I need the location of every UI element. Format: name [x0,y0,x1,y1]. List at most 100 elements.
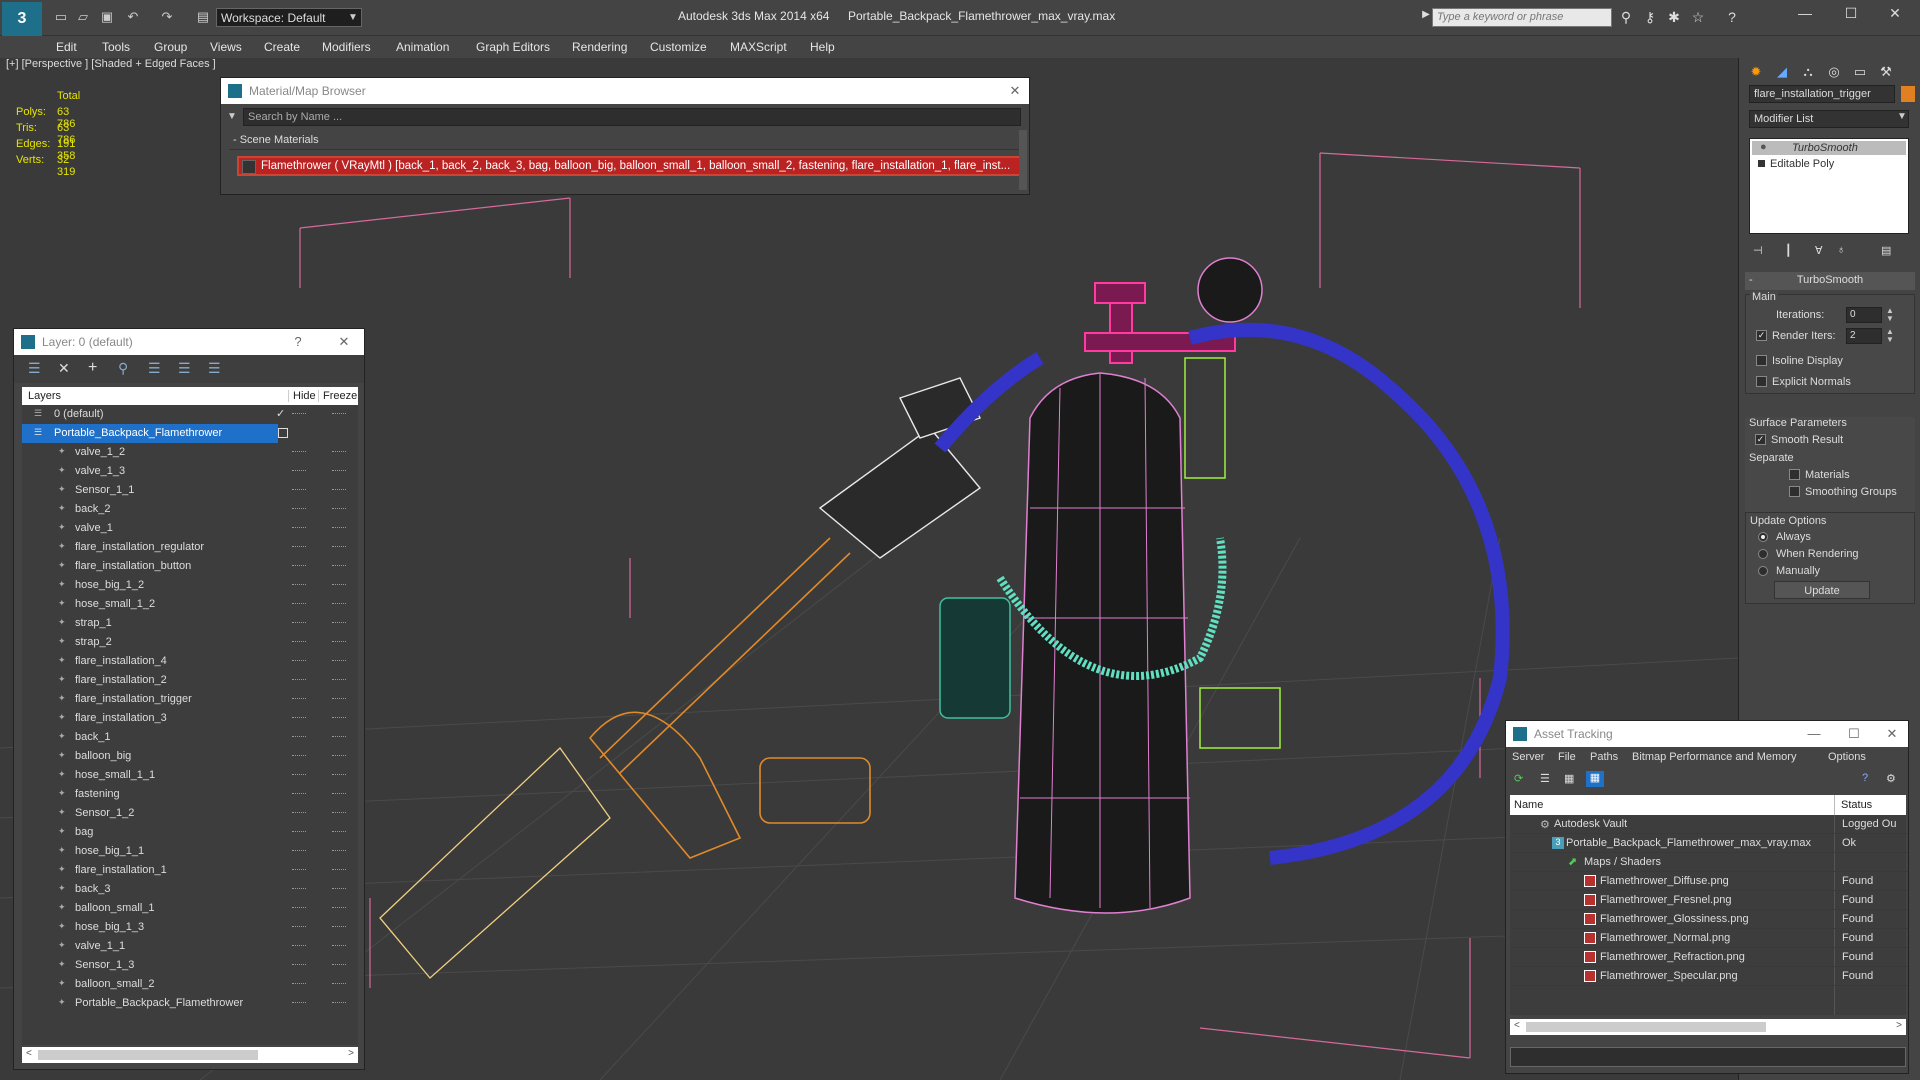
layer-object-row[interactable]: ✦ Sensor_1_1 [22,481,358,500]
layer-row-selected[interactable]: ☰ Portable_Backpack_Flamethrower [22,424,278,443]
menu-edit[interactable]: Edit [56,40,77,54]
highlight-layer-icon[interactable]: ☰ [148,360,161,377]
freeze-toggle[interactable] [332,698,346,700]
hide-toggle[interactable] [292,945,306,947]
hide-toggle[interactable] [292,527,306,529]
scroll-left-icon[interactable]: < [26,1048,32,1059]
scroll-right-icon[interactable]: > [1896,1020,1902,1031]
layer-object-row[interactable]: ✦ hose_big_1_2 [22,576,358,595]
freeze-toggle[interactable] [332,983,346,985]
open-file-icon[interactable]: ▱ [74,9,92,25]
layer-object-row[interactable]: ✦ strap_2 [22,633,358,652]
smooth-result-checkbox[interactable]: ✓ [1755,434,1766,445]
utilities-tab-icon[interactable]: ⚒ [1875,64,1897,84]
menu-bitmap-performance[interactable]: Bitmap Performance and Memory [1632,751,1796,763]
menu-rendering[interactable]: Rendering [572,40,627,54]
smoothing-groups-checkbox[interactable] [1789,486,1800,497]
manually-radio[interactable] [1758,566,1768,576]
freeze-toggle[interactable] [332,907,346,909]
scroll-right-icon[interactable]: > [348,1048,354,1059]
menu-graph-editors[interactable]: Graph Editors [476,40,550,54]
stack-item-turbosmooth[interactable]: ● TurboSmooth [1752,141,1906,155]
freeze-all-icon[interactable]: ☰ [208,360,221,377]
asset-row[interactable]: Flamethrower_Diffuse.png Found [1512,872,1908,891]
col-layers[interactable]: Layers [28,390,61,402]
delete-layer-icon[interactable]: ✕ [58,360,70,377]
asset-row[interactable]: Flamethrower_Specular.png Found [1512,967,1908,986]
hide-toggle[interactable] [292,907,306,909]
key-icon[interactable]: ⚷ [1640,9,1660,27]
hide-toggle[interactable] [292,603,306,605]
material-browser-titlebar[interactable]: Material/Map Browser ✕ [221,78,1029,104]
expand-icon[interactable] [1758,160,1765,167]
freeze-toggle[interactable] [332,717,346,719]
col-status[interactable]: Status [1834,795,1872,815]
asset-row[interactable]: Flamethrower_Glossiness.png Found [1512,910,1908,929]
maximize-icon[interactable]: ☐ [1836,5,1866,27]
explicit-normals-checkbox[interactable] [1756,376,1767,387]
freeze-toggle[interactable] [332,679,346,681]
search-input[interactable]: Type a keyword or phrase [1432,8,1612,27]
hide-toggle[interactable] [292,983,306,985]
scroll-left-icon[interactable]: < [1514,1020,1520,1031]
new-file-icon[interactable]: ▭ [52,9,70,25]
hide-toggle[interactable] [292,850,306,852]
close-icon[interactable]: ✕ [336,334,352,350]
freeze-toggle[interactable] [332,869,346,871]
hide-toggle[interactable] [292,755,306,757]
freeze-toggle[interactable] [332,489,346,491]
freeze-toggle[interactable] [332,774,346,776]
binoculars-icon[interactable]: ⚲ [1616,9,1636,27]
menu-tools[interactable]: Tools [102,40,130,54]
layer-object-row[interactable]: ✦ valve_1_3 [22,462,358,481]
hide-toggle[interactable] [292,698,306,700]
freeze-toggle[interactable] [332,736,346,738]
remove-modifier-icon[interactable]: ♁ [1837,244,1845,256]
layer-object-row[interactable]: ✦ fastening [22,785,358,804]
materials-checkbox[interactable] [1789,469,1800,480]
layer-object-row[interactable]: ✦ flare_installation_1 [22,861,358,880]
hide-toggle[interactable] [292,470,306,472]
menu-help[interactable]: Help [810,40,835,54]
layer-object-row[interactable]: ✦ strap_1 [22,614,358,633]
freeze-toggle[interactable] [332,622,346,624]
path-field[interactable] [1510,1047,1906,1067]
show-end-result-icon[interactable]: ┃ [1785,244,1792,257]
layer-object-row[interactable]: ✦ back_1 [22,728,358,747]
hide-toggle[interactable] [292,812,306,814]
modify-tab-icon[interactable]: ◢ [1771,64,1793,84]
scrollbar[interactable] [1019,130,1027,190]
layer-object-row[interactable]: ✦ back_2 [22,500,358,519]
scene-materials-header[interactable]: - Scene Materials [229,134,1021,150]
freeze-toggle[interactable] [332,812,346,814]
layer-object-row[interactable]: ✦ balloon_small_2 [22,975,358,994]
undo-icon[interactable]: ↶ [124,9,142,25]
hide-toggle[interactable] [292,717,306,719]
add-to-layer-icon[interactable]: + [88,359,97,377]
search-by-name-input[interactable]: Search by Name ... [243,108,1021,126]
favorites-icon[interactable]: ☆ [1688,9,1708,27]
community-icon[interactable]: ✱ [1664,9,1684,27]
freeze-toggle[interactable] [332,755,346,757]
make-unique-icon[interactable]: ∀ [1815,244,1823,257]
layer-object-row[interactable]: ✦ flare_installation_4 [22,652,358,671]
freeze-toggle[interactable] [332,793,346,795]
freeze-toggle[interactable] [332,508,346,510]
update-button[interactable]: Update [1774,581,1870,599]
filter-icon[interactable]: ▼ [227,111,239,123]
layer-object-row[interactable]: ✦ flare_installation_3 [22,709,358,728]
hide-toggle[interactable] [292,774,306,776]
freeze-toggle[interactable] [332,945,346,947]
redo-icon[interactable]: ↷ [158,9,176,25]
asset-row[interactable]: 3 Portable_Backpack_Flamethrower_max_vra… [1512,834,1908,853]
select-objects-icon[interactable]: ⚲ [118,360,128,377]
hide-toggle[interactable] [292,1002,306,1004]
render-iters-checkbox[interactable]: ✓ [1756,330,1767,341]
help-options-icon[interactable]: ⚙ [1886,772,1896,785]
render-iters-spinner[interactable]: 2 [1846,328,1882,344]
asset-row[interactable]: ⚙ Autodesk Vault Logged Ou [1512,815,1908,834]
freeze-toggle[interactable] [332,831,346,833]
layer-object-row[interactable]: ✦ bag [22,823,358,842]
col-hide[interactable]: Hide [288,390,316,402]
object-name-field[interactable]: flare_installation_trigger [1749,85,1895,103]
